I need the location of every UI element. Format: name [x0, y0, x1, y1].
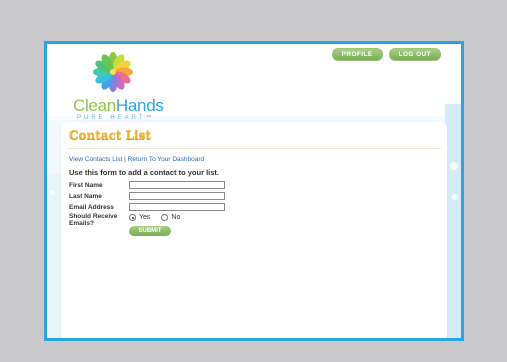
first-name-label: First Name: [69, 182, 103, 189]
form-intro-text: Use this form to add a contact to your l…: [69, 168, 220, 177]
receive-emails-label: Should Receive Emails?: [69, 213, 118, 227]
decorative-strip-left: [47, 174, 61, 338]
dashboard-link[interactable]: Return To Your Dashboard: [128, 156, 205, 163]
logout-button[interactable]: LOG OUT: [388, 48, 441, 61]
content-card: Contact List View Contacts List | Return…: [61, 122, 447, 338]
last-name-field[interactable]: [129, 192, 225, 200]
decorative-strip-right: [445, 104, 461, 338]
email-field[interactable]: [129, 203, 225, 211]
breadcrumb-links: View Contacts List | Return To Your Dash…: [69, 156, 204, 163]
browser-frame: PROFILE LOG OUT CleanHands PURE HEART™ C…: [44, 41, 464, 341]
logo-tagline: PURE HEART™: [77, 115, 155, 121]
email-label: Email Address: [69, 204, 114, 211]
top-nav: PROFILE LOG OUT: [331, 48, 441, 61]
no-radio[interactable]: [161, 214, 169, 221]
submit-button[interactable]: SUBMIT: [129, 226, 171, 236]
title-divider: [67, 148, 441, 149]
first-name-field[interactable]: [129, 181, 225, 189]
yes-radio[interactable]: [129, 214, 136, 221]
profile-button[interactable]: PROFILE: [331, 48, 383, 61]
page-title: Contact List: [69, 128, 151, 142]
logo-hands-text: Hands: [115, 96, 164, 115]
bubble-decoration: [450, 162, 458, 170]
yes-radio-label: Yes: [139, 214, 151, 221]
logo-wordmark: CleanHands: [73, 96, 164, 116]
bubble-decoration: [452, 194, 458, 200]
flower-logo-icon: [93, 52, 133, 92]
no-radio-label: No: [171, 214, 181, 221]
receive-emails-radio-group: Yes No: [129, 214, 180, 221]
logo-clean-text: Clean: [73, 96, 116, 115]
bubble-decoration: [50, 190, 55, 195]
view-contacts-link[interactable]: View Contacts List: [69, 156, 122, 163]
last-name-label: Last Name: [69, 193, 102, 200]
